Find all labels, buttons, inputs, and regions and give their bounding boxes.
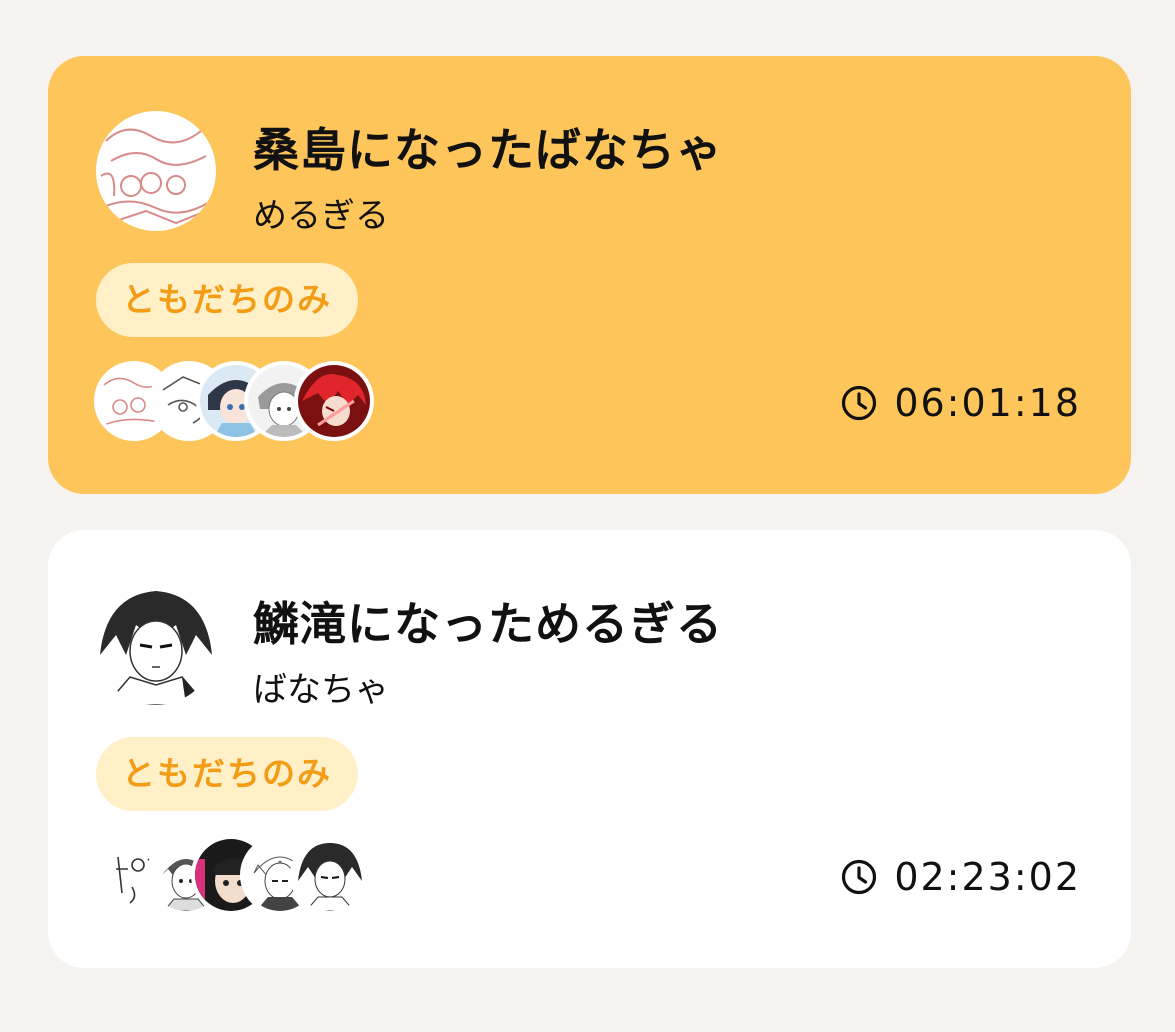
- clock-icon: [842, 385, 877, 421]
- room-card-1[interactable]: 桑島になったばなちゃ めるぎる ともだちのみ 06:01:18: [48, 56, 1131, 494]
- room-timer: 02:23:02: [840, 855, 1081, 899]
- member-avatar: [290, 835, 370, 915]
- member-avatar: [294, 361, 374, 441]
- room-author: めるぎる: [253, 196, 389, 236]
- member-avatar-stack[interactable]: [94, 835, 384, 921]
- room-title: 桑島になったばなちゃ: [253, 123, 723, 177]
- room-author: ばなちゃ: [253, 670, 389, 710]
- clock-icon: [842, 859, 877, 895]
- room-host-avatar: [96, 111, 216, 231]
- timer-value: 06:01:18: [894, 381, 1081, 425]
- room-host-avatar: [96, 585, 216, 705]
- visibility-badge: ともだちのみ: [96, 737, 358, 811]
- member-avatar-stack[interactable]: [94, 361, 384, 447]
- room-title: 鱗滝になっためるぎる: [253, 597, 723, 651]
- visibility-badge: ともだちのみ: [96, 263, 358, 337]
- room-timer: 06:01:18: [840, 381, 1081, 425]
- room-card-2[interactable]: 鱗滝になっためるぎる ばなちゃ ともだちのみ 02:23:02: [48, 530, 1131, 968]
- timer-value: 02:23:02: [894, 855, 1081, 899]
